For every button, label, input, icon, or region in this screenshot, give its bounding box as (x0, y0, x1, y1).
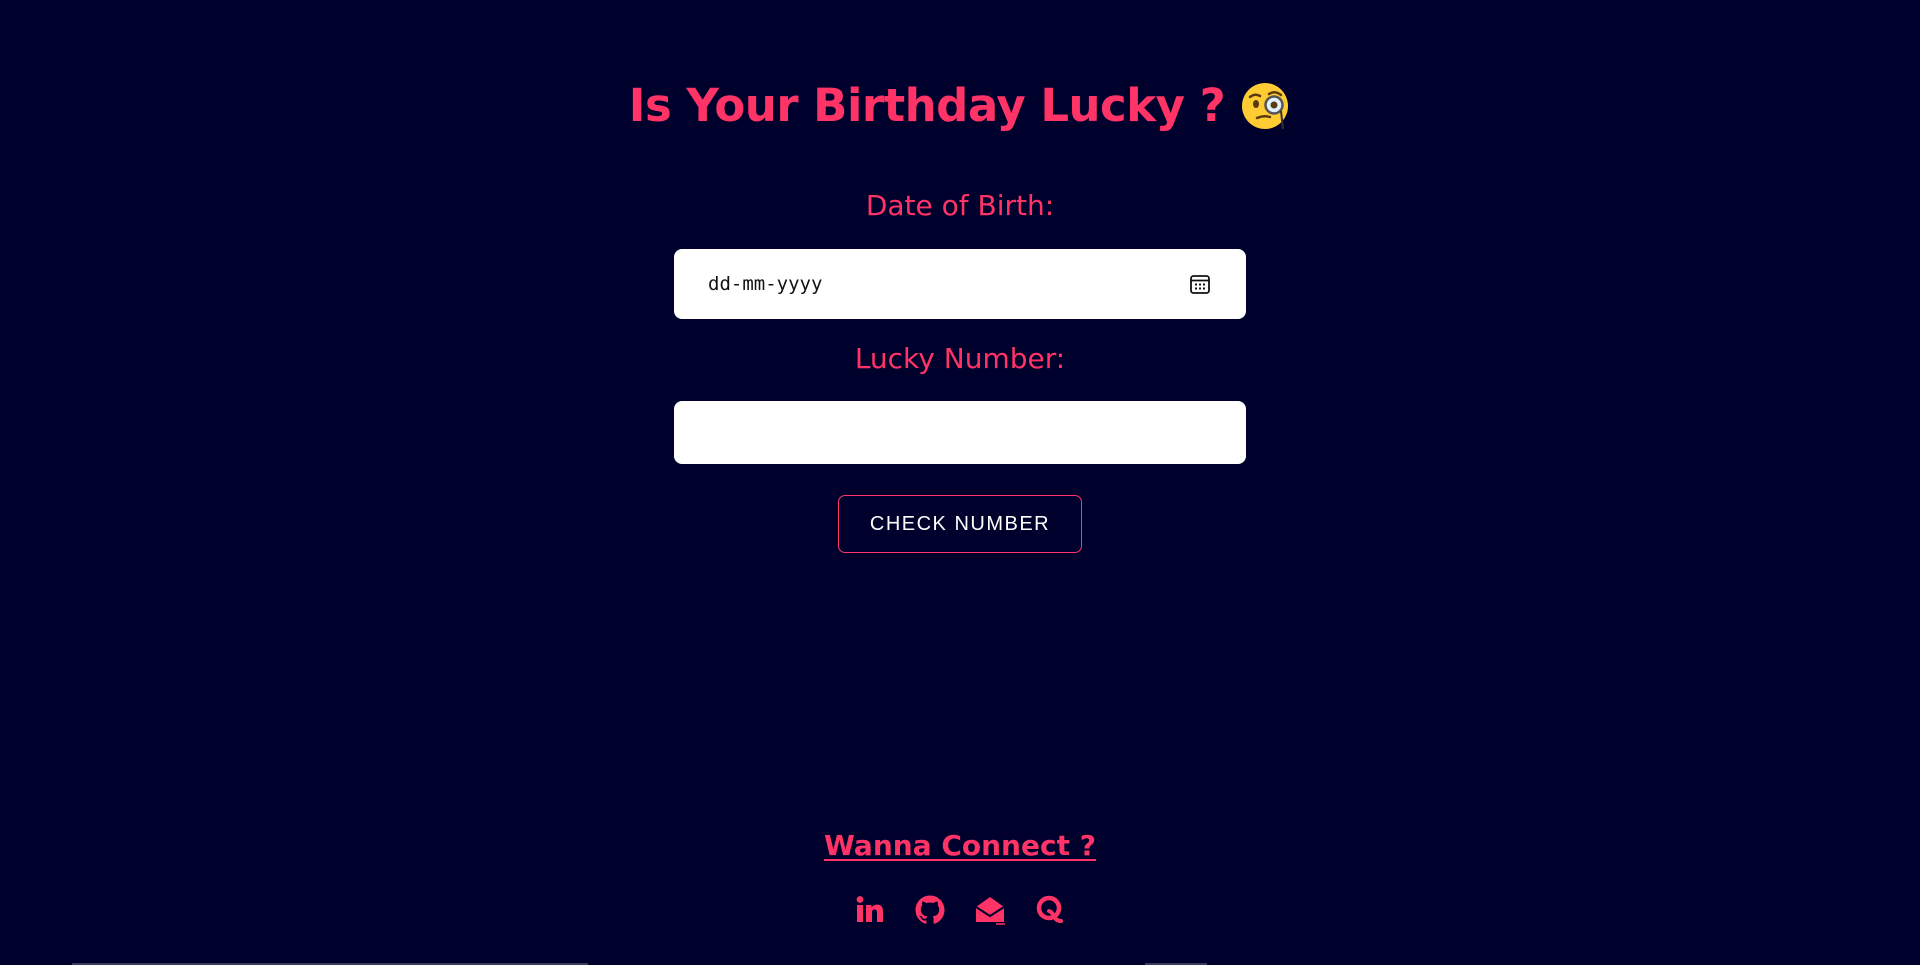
email-icon[interactable] (973, 893, 1007, 927)
dob-placeholder[interactable]: dd-mm-yyyy (708, 273, 822, 295)
dob-date-input[interactable]: dd-mm-yyyy (674, 249, 1246, 319)
wanna-connect-link[interactable]: Wanna Connect ? (824, 829, 1096, 862)
page-title: Is Your Birthday Lucky ? (628, 79, 1226, 132)
face-with-monocle-emoji-icon (1239, 80, 1291, 132)
page: Is Your Birthday Lucky ? Date of Birth: … (0, 0, 1920, 965)
check-number-button[interactable]: CHECK NUMBER (838, 495, 1082, 553)
lucky-number-label: Lucky Number: (854, 342, 1066, 375)
linkedin-icon[interactable] (853, 893, 887, 927)
dob-label: Date of Birth: (865, 189, 1055, 222)
calendar-icon[interactable] (1188, 272, 1212, 296)
social-links (0, 893, 1920, 927)
quora-icon[interactable] (1033, 893, 1067, 927)
header: Is Your Birthday Lucky ? (0, 76, 1920, 136)
lucky-number-input[interactable] (674, 401, 1246, 464)
github-icon[interactable] (913, 893, 947, 927)
footer-connect: Wanna Connect ? (0, 829, 1920, 862)
